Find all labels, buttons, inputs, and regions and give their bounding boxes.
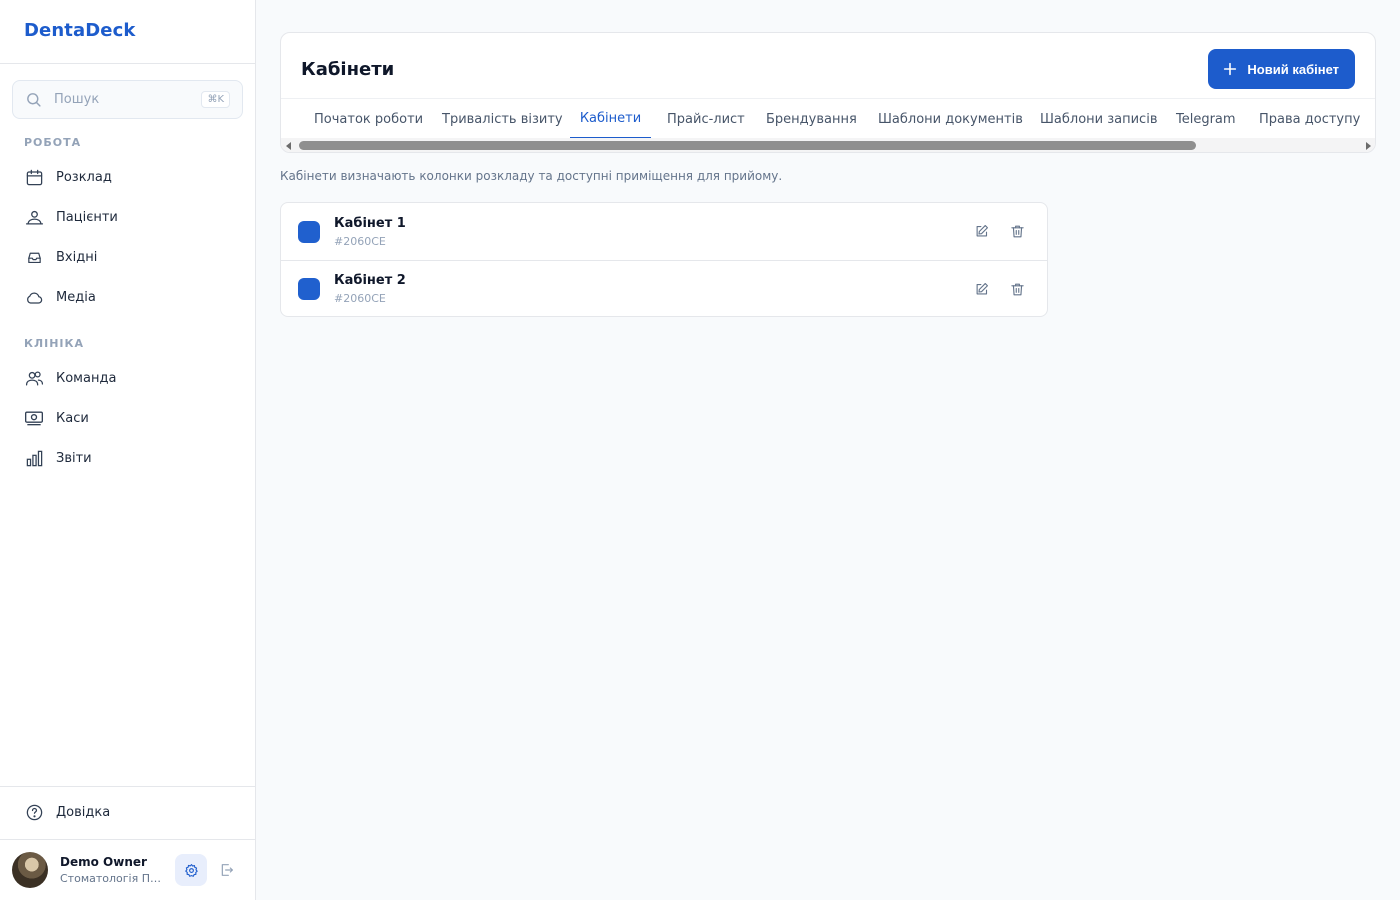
new-room-button[interactable]: Новий кабінет [1208,49,1355,89]
delete-room-button[interactable] [1003,218,1031,246]
settings-tabs: Початок роботи Тривалість візиту Кабінет… [281,98,1375,139]
room-color-swatch [298,220,320,243]
sidebar-item-inbox[interactable]: Вхідні [12,239,243,275]
page-description: Кабінети визначають колонки розкладу та … [280,169,783,183]
edit-room-button[interactable] [967,276,995,304]
logout-icon [219,862,235,878]
inbox-icon [24,247,44,267]
room-name: Кабінет 2 [334,273,406,288]
brand: DentaDeck [0,0,255,64]
rooms-list: Кабінет 1 #2060CE Кабінет 2 #2060CE [280,202,1048,317]
tab-access-rights[interactable]: Права доступу [1259,99,1360,139]
room-name: Кабінет 1 [334,215,406,231]
cloud-icon [24,287,44,307]
edit-icon [976,225,988,237]
search-input[interactable] [54,92,202,107]
tab-visit-duration[interactable]: Тривалість візиту [442,99,563,139]
bar-chart-icon [24,448,44,468]
avatar[interactable] [12,852,48,888]
patients-icon [24,207,44,227]
sidebar-divider [0,839,256,840]
gear-icon [184,863,199,878]
sidebar-item-media[interactable]: Медіа [12,279,243,315]
sidebar-item-label: Каси [56,410,89,426]
plus-icon [1222,61,1238,77]
sidebar-item-help[interactable]: Довідка [12,794,243,830]
sidebar-section-clinic-label: КЛІНІКА [24,337,85,350]
list-item: Кабінет 1 #2060CE [281,203,1047,260]
tab-getting-started[interactable]: Початок роботи [314,99,423,139]
settings-header-card: Кабінети Новий кабінет Початок роботи Тр… [280,32,1376,153]
sidebar-item-label: Розклад [56,169,112,185]
sidebar-item-reports[interactable]: Звіти [12,440,243,476]
sidebar-item-cash[interactable]: Каси [12,400,243,436]
sidebar-item-label: Команда [56,370,117,386]
room-actions [959,203,1031,260]
tab-price-list[interactable]: Прайс-лист [667,99,745,139]
edit-room-button[interactable] [967,218,995,246]
trash-icon [1010,283,1024,296]
user-clinic: Стоматологія Пoділ [60,872,164,885]
user-info: Demo Owner Стоматологія Пoділ [60,855,164,885]
search-box[interactable]: ⌘K [12,80,243,119]
sidebar-item-label: Пацієнти [56,209,118,225]
sidebar: DentaDeck ⌘K РОБОТА Розклад Пацієнти Вхі… [0,0,256,900]
sidebar-item-team[interactable]: Команда [12,360,243,396]
tab-document-templates[interactable]: Шаблони документів [878,99,1023,139]
brand-logo-text[interactable]: DentaDeck [24,20,135,41]
list-item: Кабінет 2 #2060CE [281,260,1047,316]
edit-icon [976,283,988,295]
room-actions [959,261,1031,316]
room-color-swatch [298,278,320,300]
sidebar-item-label: Медіа [56,289,96,305]
team-icon [24,368,44,388]
sidebar-item-label: Довідка [56,804,111,820]
trash-icon [1010,225,1024,238]
calendar-icon [24,167,44,187]
help-icon [24,802,44,822]
scroll-right-arrow[interactable] [1366,142,1371,150]
scroll-thumb[interactable] [299,141,1196,150]
search-icon [25,91,42,108]
tab-rooms[interactable]: Кабінети [570,99,651,139]
sidebar-item-label: Звіти [56,450,92,466]
room-color-code: #2060CE [334,292,386,305]
room-info: Кабінет 1 #2060CE [334,216,406,248]
tabs-scrollbar[interactable] [281,138,1375,152]
sidebar-divider [0,786,256,787]
room-color-code: #2060CE [334,234,386,248]
scroll-left-arrow[interactable] [286,142,291,150]
settings-button[interactable] [175,854,207,886]
cash-icon [24,408,44,428]
user-panel: Demo Owner Стоматологія Пoділ [12,851,244,889]
page-title: Кабінети [301,59,395,80]
sidebar-item-label: Вхідні [56,249,98,265]
logout-button[interactable] [212,855,242,885]
new-room-button-label: Новий кабінет [1247,61,1339,77]
sidebar-item-schedule[interactable]: Розклад [12,159,243,195]
room-info: Кабінет 2 #2060CE [334,273,406,305]
sidebar-item-patients[interactable]: Пацієнти [12,199,243,235]
delete-room-button[interactable] [1003,276,1031,304]
tab-record-templates[interactable]: Шаблони записів [1040,99,1157,139]
tab-telegram[interactable]: Telegram [1176,99,1236,139]
tab-branding[interactable]: Брендування [766,99,857,139]
search-shortcut-badge: ⌘K [201,91,230,108]
user-name: Demo Owner [60,855,147,869]
sidebar-section-work-label: РОБОТА [24,136,82,149]
